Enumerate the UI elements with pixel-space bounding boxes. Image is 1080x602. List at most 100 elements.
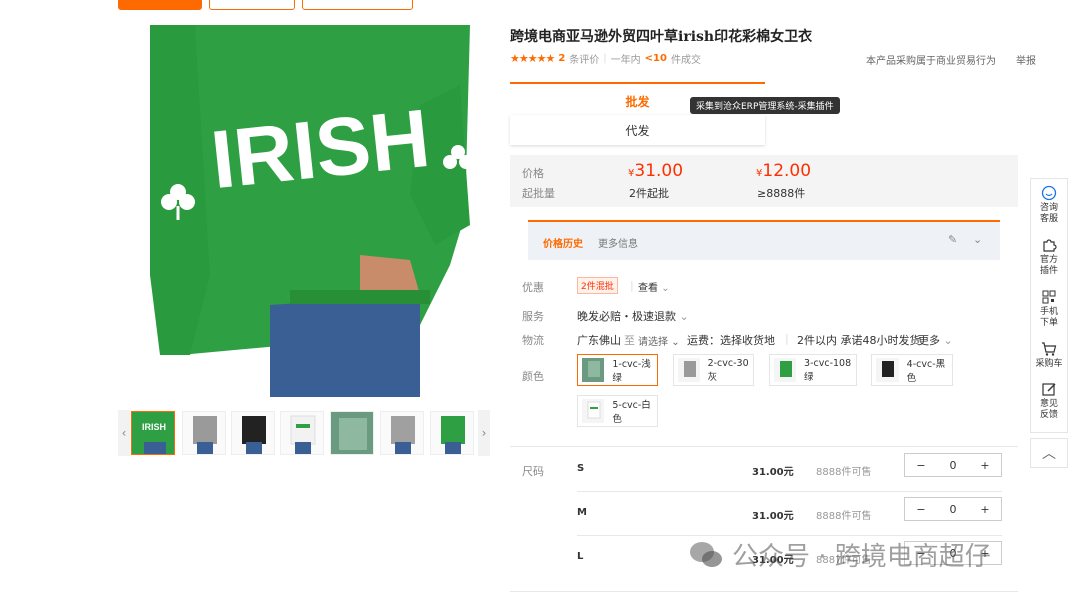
- size-price: 31.00元: [752, 467, 794, 478]
- service-label: 服务: [522, 310, 544, 323]
- quantity-value[interactable]: 0: [937, 503, 969, 516]
- chevron-down-icon[interactable]: ⌄: [973, 233, 982, 246]
- main-product-image[interactable]: IRISH: [120, 25, 490, 397]
- chevron-up-icon: ︿: [1042, 446, 1056, 462]
- color-label: 颜色: [522, 370, 544, 383]
- minus-button[interactable]: −: [905, 459, 937, 472]
- edit-icon[interactable]: ✎: [948, 233, 957, 246]
- feedback-button[interactable]: 意见反馈: [1031, 381, 1067, 421]
- header-links: 本产品采购属于商业贸易行为 举报: [866, 52, 1036, 67]
- qrcode-icon: [1042, 290, 1056, 304]
- business-notice: 本产品采购属于商业贸易行为: [866, 56, 996, 67]
- logistics-label: 物流: [522, 334, 544, 347]
- puzzle-icon: [1043, 239, 1057, 252]
- ship-to-word: 至: [624, 334, 635, 347]
- price-tier-2-moq: ≥8888件: [757, 187, 806, 200]
- rating-divider: |: [603, 53, 607, 64]
- logistics-more[interactable]: 更多 ⌄: [918, 332, 953, 348]
- color-swatch-2: [678, 358, 700, 382]
- color-swatch-1: [582, 358, 605, 382]
- price-tier-1: ¥31.00: [628, 161, 683, 181]
- size-stock: 8888件可售: [816, 467, 872, 478]
- offer-view-text: 查看: [638, 283, 658, 294]
- top-action-button-3[interactable]: [302, 0, 413, 10]
- chevron-down-icon: ⌄: [671, 337, 680, 348]
- watermark: 公众号 · 跨境电商超仔: [688, 536, 991, 573]
- svg-text:IRISH: IRISH: [142, 422, 166, 432]
- ship-to-select[interactable]: 请选择 ⌄: [638, 333, 680, 348]
- size-price: 31.00元: [752, 511, 794, 522]
- color-option-4[interactable]: 4-cvc-黑色: [871, 354, 953, 386]
- tab-dropship[interactable]: 代发: [510, 115, 765, 145]
- service-value[interactable]: 晚发必赔・极速退款 ⌄: [577, 308, 689, 324]
- thumbnail-5[interactable]: [330, 411, 374, 455]
- watermark-text: 公众号 · 跨境电商超仔: [732, 542, 991, 572]
- product-title: 跨境电商亚马逊外贸四叶草irish印花彩棉女卫衣: [510, 29, 813, 45]
- color-option-3-label: 3-cvc-108绿: [804, 357, 852, 383]
- consult-service-button[interactable]: 咨询客服: [1031, 185, 1067, 225]
- mobile-order-button[interactable]: 手机下单: [1031, 289, 1067, 329]
- feedback-edit-icon: [1042, 383, 1056, 396]
- report-link[interactable]: 举报: [1016, 52, 1036, 67]
- top-action-button-2[interactable]: [209, 0, 295, 10]
- floating-toolbar: 咨询客服 官方插件 手机下单 采购车 意见反馈: [1030, 178, 1068, 433]
- mobile-order-label: 手机下单: [1039, 307, 1058, 328]
- thumbnail-2[interactable]: [182, 411, 226, 455]
- thumbnail-6[interactable]: [380, 411, 424, 455]
- mixed-batch-badge: 2件混批: [577, 277, 618, 294]
- chevron-right-icon[interactable]: ›: [478, 410, 490, 456]
- size-name: L: [577, 551, 584, 562]
- erp-plugin-tooltip[interactable]: 采集到沧众ERP管理系统-采集插件: [690, 97, 840, 114]
- chevron-left-icon[interactable]: ‹: [118, 410, 130, 456]
- color-option-4-label: 4-cvc-黑色: [906, 359, 946, 384]
- price-tier-2-value: 12.00: [762, 161, 812, 181]
- color-option-2[interactable]: 2-cvc-30灰: [673, 354, 754, 386]
- ship-from: 广东佛山: [577, 334, 621, 347]
- section-divider: [510, 446, 1018, 447]
- price-label: 价格: [522, 167, 544, 180]
- color-option-5[interactable]: 5-cvc-白色: [577, 395, 658, 427]
- freight-info[interactable]: 运费：选择收货地: [687, 332, 775, 348]
- review-count[interactable]: 2: [558, 53, 565, 64]
- minus-button[interactable]: −: [905, 503, 937, 516]
- logistics-divider: |: [785, 332, 789, 345]
- tab-price-history[interactable]: 价格历史: [543, 235, 583, 250]
- quantity-stepper[interactable]: − 0 +: [904, 497, 1002, 521]
- quantity-value[interactable]: 0: [937, 459, 969, 472]
- top-action-button-1[interactable]: [118, 0, 202, 10]
- consult-service-label: 咨询客服: [1039, 203, 1058, 224]
- size-name: M: [577, 507, 587, 518]
- cart-button[interactable]: 采购车: [1031, 341, 1067, 370]
- thumbnail-7[interactable]: [430, 411, 474, 455]
- size-stock: 8888件可售: [816, 511, 872, 522]
- wechat-icon: [690, 541, 722, 567]
- plus-button[interactable]: +: [969, 503, 1001, 516]
- chevron-down-icon: ⌄: [679, 310, 689, 323]
- price-tier-1-value: 31.00: [634, 161, 684, 181]
- cart-label: 采购车: [1035, 359, 1063, 369]
- color-swatch-3: [774, 358, 797, 382]
- thumbnail-1[interactable]: IRISH: [131, 411, 175, 455]
- rating-stars-icon: ★★★★★: [510, 52, 555, 65]
- color-swatch-4: [876, 358, 899, 382]
- color-option-1-label: 1-cvc-浅绿: [612, 359, 651, 384]
- thumbnail-strip: ‹ IRISH ›: [118, 410, 490, 456]
- shipping-promise: 2件以内 承诺48小时发货: [797, 334, 921, 347]
- tab-more-info[interactable]: 更多信息: [598, 235, 638, 250]
- thumbnail-3[interactable]: [231, 411, 275, 455]
- review-label[interactable]: 条评价: [569, 51, 599, 66]
- color-option-3[interactable]: 3-cvc-108绿: [769, 354, 857, 386]
- back-to-top-button[interactable]: ︿: [1030, 438, 1068, 468]
- color-option-2-label: 2-cvc-30灰: [707, 357, 749, 383]
- quantity-stepper[interactable]: − 0 +: [904, 453, 1002, 477]
- thumbnail-4[interactable]: [280, 411, 324, 455]
- plus-button[interactable]: +: [969, 459, 1001, 472]
- offer-view-link[interactable]: 查看 ⌄: [638, 279, 670, 294]
- chevron-down-icon: ⌄: [661, 283, 670, 294]
- cart-icon: [1042, 342, 1057, 356]
- size-name: S: [577, 463, 585, 474]
- color-option-1[interactable]: 1-cvc-浅绿: [577, 354, 658, 386]
- logistics-more-text: 更多: [918, 334, 940, 347]
- official-plugin-button[interactable]: 官方插件: [1031, 237, 1067, 277]
- offer-divider: |: [630, 279, 634, 292]
